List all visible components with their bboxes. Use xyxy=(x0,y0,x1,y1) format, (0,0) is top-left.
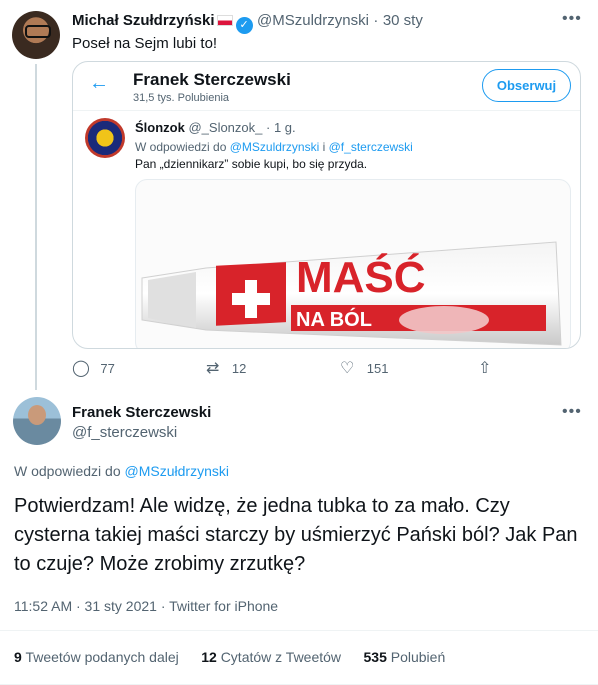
inner-tweet-header: Ślonzok @_Slonzok_ · 1 g. xyxy=(135,120,296,135)
author-name[interactable]: Michał Szułdrzyński xyxy=(72,12,215,29)
like-button[interactable]: ♡ 151 xyxy=(340,358,389,378)
reply-mention[interactable]: @MSzułdrzynski xyxy=(125,463,229,479)
profile-name: Franek Sterczewski xyxy=(133,70,291,89)
tweet-actions: ◯ 77 ⇄ 12 ♡ 151 ⇧ xyxy=(72,358,512,382)
tweet-timestamp[interactable]: 11:52 AM · 31 sty 2021 xyxy=(14,598,157,614)
verified-icon: ✓ xyxy=(235,17,253,34)
author-name[interactable]: Franek Sterczewski xyxy=(72,404,211,421)
like-count: 151 xyxy=(366,361,389,376)
author-handle[interactable]: @MSzuldrzynski xyxy=(257,12,369,29)
arrow-left-icon: ← xyxy=(89,72,109,94)
follow-button: Obserwuj xyxy=(482,69,571,102)
more-icon[interactable]: ••• xyxy=(562,403,582,421)
retweet-icon: ⇄ xyxy=(206,360,220,377)
poland-flag-icon xyxy=(216,15,233,26)
reply-button[interactable]: ◯ 77 xyxy=(72,358,115,378)
avatar[interactable] xyxy=(13,397,61,445)
tweet-time[interactable]: 30 sty xyxy=(383,12,423,29)
heart-icon: ♡ xyxy=(340,360,355,377)
divider xyxy=(73,110,580,111)
share-button[interactable]: ⇧ xyxy=(478,358,491,378)
tube-label-main: MAŚĆ xyxy=(296,252,426,302)
retweets-stat[interactable]: 9 Tweetów podanych dalej xyxy=(14,649,179,665)
inner-author-handle: @_Slonzok_ xyxy=(188,120,263,135)
more-icon[interactable]: ••• xyxy=(562,10,582,28)
divider xyxy=(0,630,598,631)
separator: · xyxy=(373,12,379,29)
author-handle[interactable]: @f_sterczewski xyxy=(72,424,177,441)
embedded-screenshot[interactable]: ← Franek Sterczewski 31,5 tys. Polubieni… xyxy=(72,61,581,349)
retweet-count: 12 xyxy=(231,361,247,376)
tweet-stats: 9 Tweetów podanych dalej 12 Cytatów z Tw… xyxy=(14,649,445,667)
reply-context: W odpowiedzi do @MSzułdrzynski xyxy=(14,463,229,479)
inner-tweet-time: · 1 g. xyxy=(266,120,296,135)
tweet-meta: 11:52 AM · 31 sty 2021 · Twitter for iPh… xyxy=(14,598,279,614)
share-icon: ⇧ xyxy=(478,360,492,377)
tube-label-sub: NA BÓL xyxy=(296,307,372,331)
reply-mention: @MSzuldrzynski xyxy=(229,140,320,154)
quotes-stat[interactable]: 12 Cytatów z Tweetów xyxy=(201,649,341,665)
avatar xyxy=(85,118,125,158)
thread-line xyxy=(35,64,37,390)
tweet-text: Poseł na Sejm lubi to! xyxy=(72,35,218,52)
profile-likes: 31,5 tys. Polubienia xyxy=(133,92,230,104)
inner-reply-line: W odpowiedzi do @MSzuldrzynski i @f_ster… xyxy=(135,140,413,154)
tweet-text: Potwierdzam! Ale widzę, że jedna tubka t… xyxy=(14,495,578,575)
tube-graphic: MAŚĆ NA BÓL xyxy=(141,241,562,346)
reply-count: 77 xyxy=(100,361,115,376)
reply-icon: ◯ xyxy=(72,360,90,377)
retweet-button[interactable]: ⇄ 12 xyxy=(206,358,246,378)
reply-mention: @f_sterczewski xyxy=(328,140,413,154)
inner-tweet-text: Pan „dziennikarz” sobie kupi, bo się prz… xyxy=(135,157,368,171)
avatar[interactable] xyxy=(12,11,60,59)
inner-author-name: Ślonzok xyxy=(135,120,185,135)
tweet-source[interactable]: Twitter for iPhone xyxy=(169,598,278,614)
tweet-header: Michał Szułdrzyński ✓ @MSzuldrzynski · 30… xyxy=(72,12,423,34)
likes-stat[interactable]: 535 Polubień xyxy=(364,649,446,665)
ointment-tube-image: MAŚĆ NA BÓL xyxy=(135,179,571,348)
